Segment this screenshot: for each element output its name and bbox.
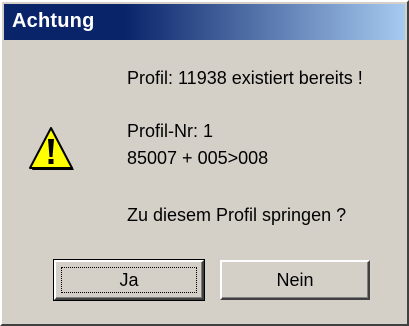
focus-indicator: Ja bbox=[61, 267, 197, 293]
warning-icon bbox=[28, 124, 74, 174]
yes-button[interactable]: Ja bbox=[53, 259, 205, 301]
message-question: Zu diesem Profil springen ? bbox=[127, 205, 347, 225]
message-profile-details: 85007 + 005>008 bbox=[127, 148, 269, 168]
no-button-label: Nein bbox=[276, 269, 314, 290]
message-exists: Profil: 11938 existiert bereits ! bbox=[127, 68, 363, 88]
message-profile-number: Profil-Nr: 1 bbox=[127, 121, 214, 141]
dialog-window: Achtung Profil: 11938 existiert bereits … bbox=[0, 0, 409, 326]
dialog-title: Achtung bbox=[12, 10, 95, 32]
no-button[interactable]: Nein bbox=[220, 260, 370, 300]
yes-button-label: Ja bbox=[119, 269, 139, 290]
title-bar[interactable]: Achtung bbox=[4, 4, 405, 40]
